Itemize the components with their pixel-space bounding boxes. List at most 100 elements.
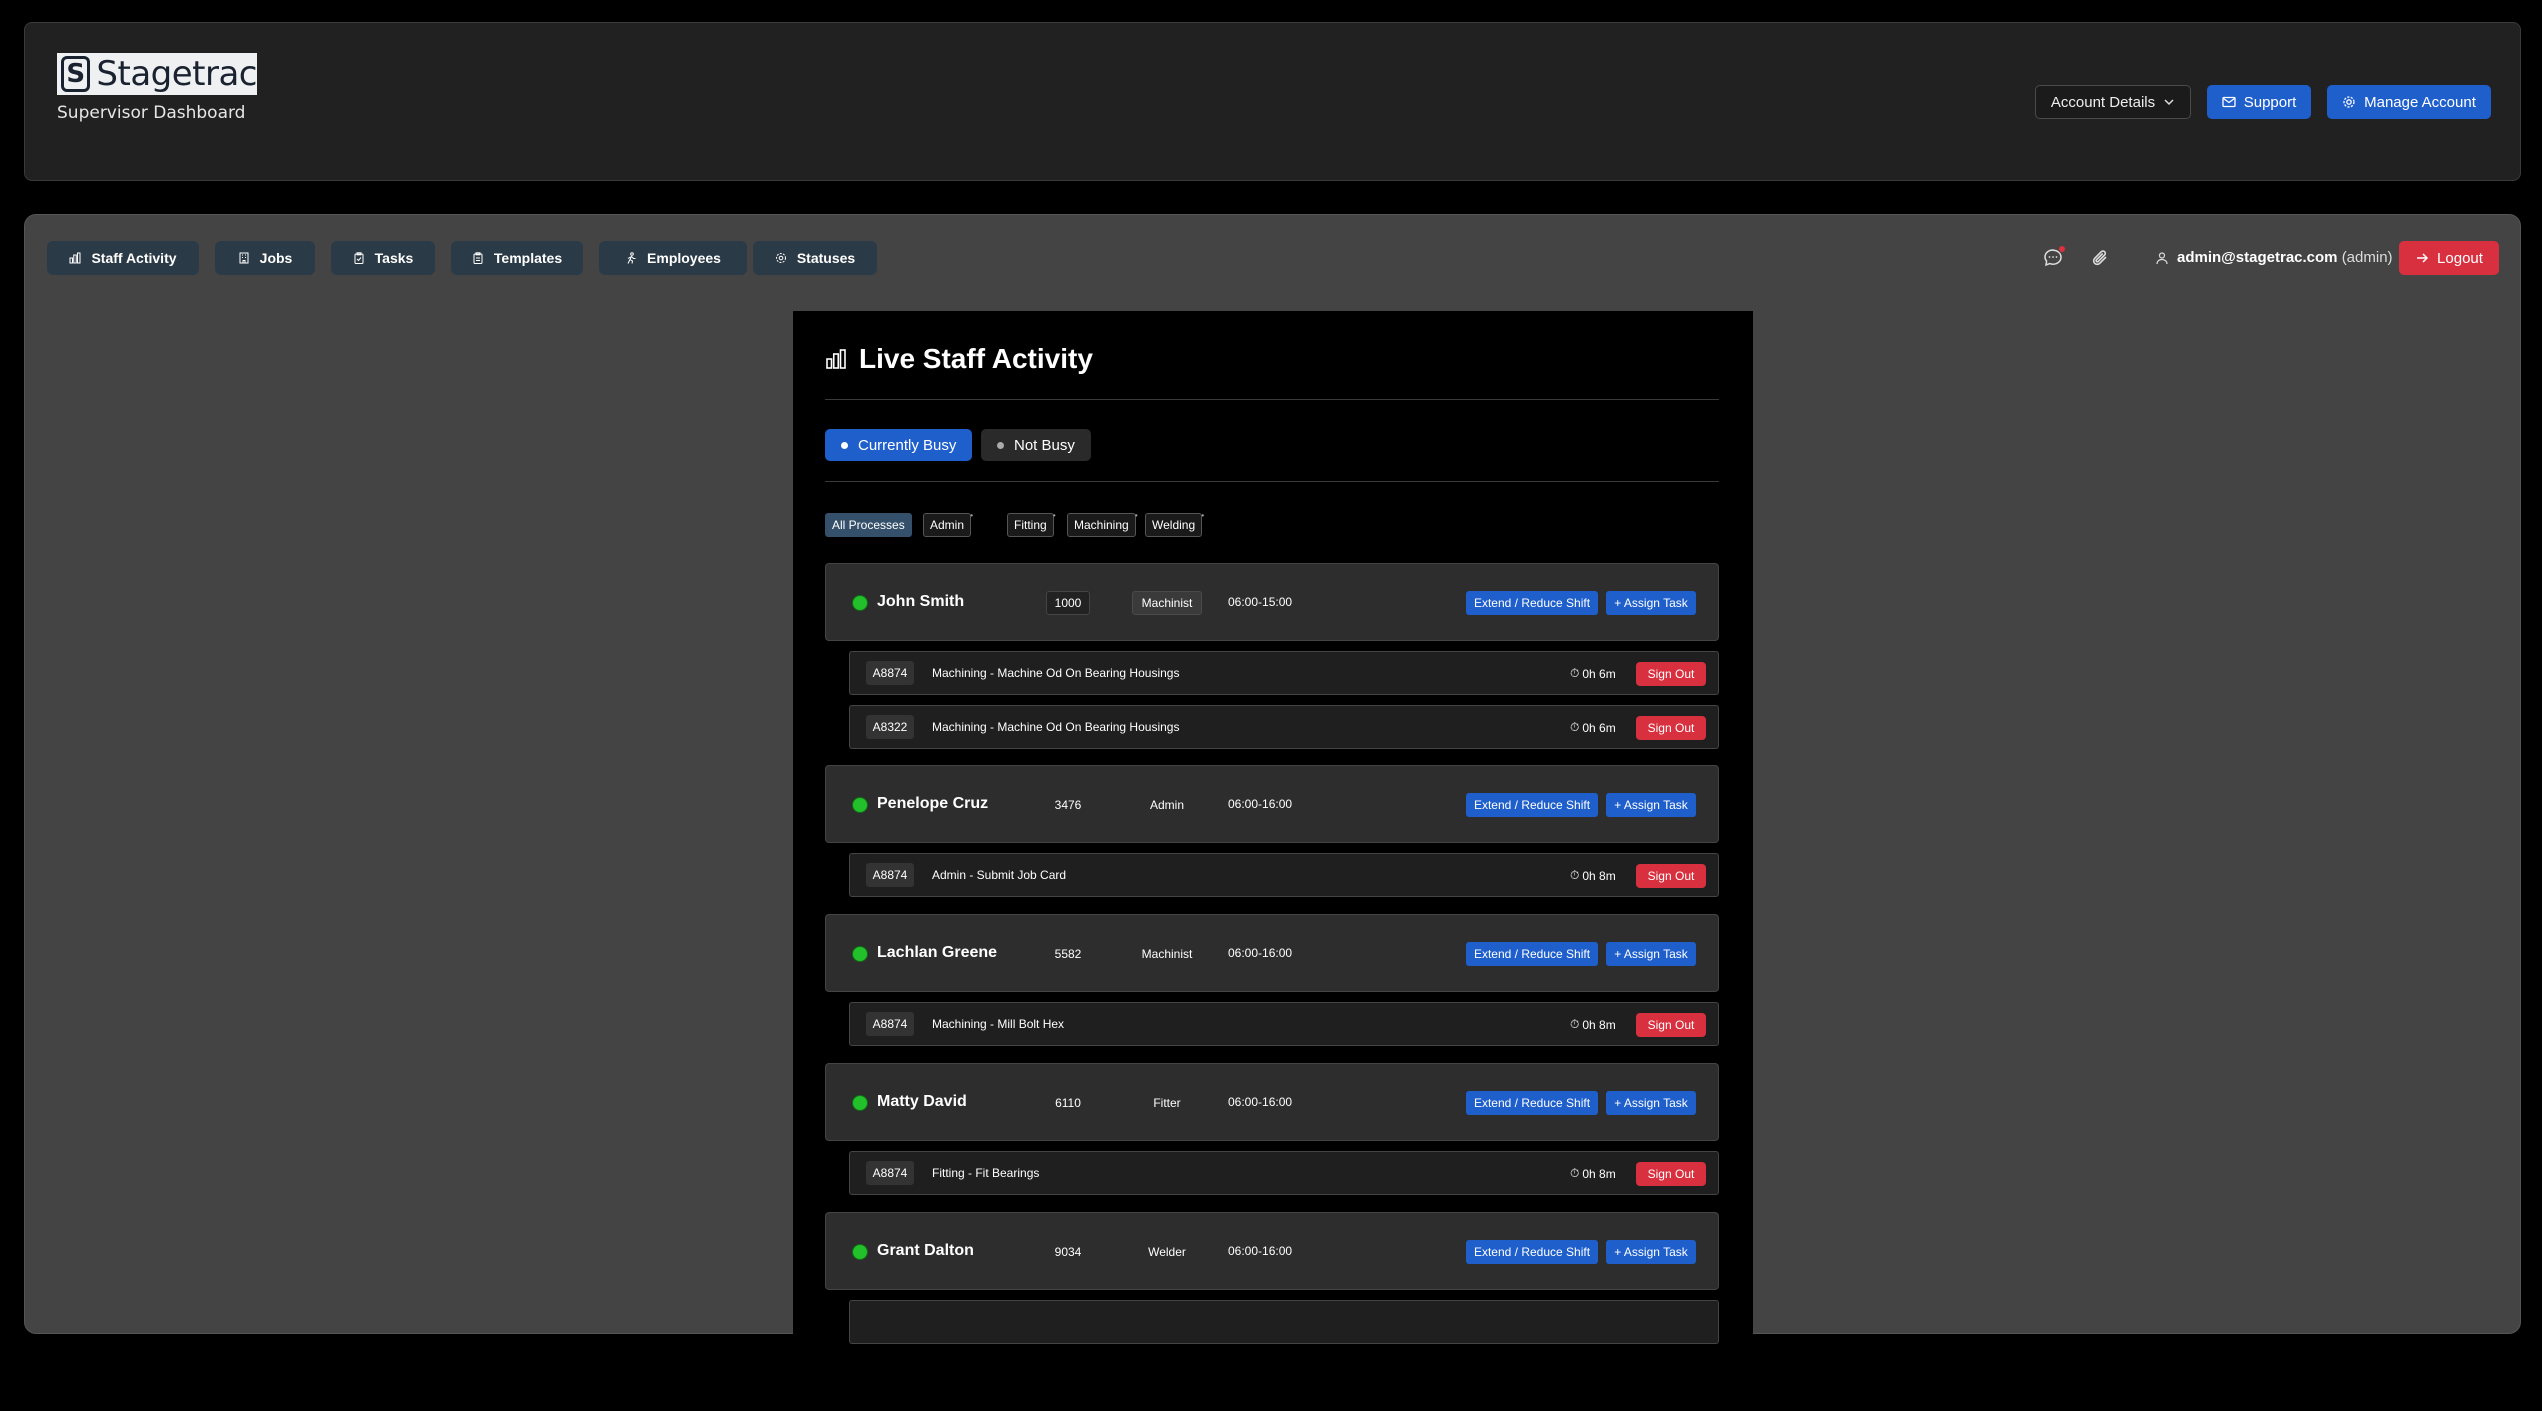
filter-label: Currently Busy — [858, 436, 957, 454]
employee-row: Penelope Cruz 3476 Admin 06:00-16:00 Ext… — [825, 765, 1719, 843]
task-description: Machining - Machine Od On Bearing Housin… — [932, 720, 1180, 734]
stopwatch-icon: ⏱ — [1570, 666, 1580, 680]
tab-label: Employees — [647, 250, 721, 266]
job-number: A8874 — [866, 1012, 914, 1036]
employee-id: 1000 — [1046, 591, 1090, 615]
elapsed-time: ⏱ 0h 6m — [1570, 720, 1616, 735]
task-description: Fitting - Fit Bearings — [932, 1166, 1040, 1180]
tab-tasks[interactable]: Tasks — [331, 241, 435, 275]
employee-shift: 06:00-16:00 — [1228, 1244, 1293, 1258]
elapsed-time: ⏱ 0h 8m — [1570, 868, 1616, 883]
tab-statuses[interactable]: Statuses — [753, 241, 877, 275]
bar-chart-icon — [69, 252, 81, 264]
logo-mark: S — [61, 56, 91, 92]
extend-shift-button[interactable]: Extend / Reduce Shift — [1466, 793, 1598, 817]
divider — [825, 481, 1719, 482]
assign-task-button[interactable]: + Assign Task — [1606, 1240, 1696, 1264]
employee-role: Welder — [1148, 1245, 1186, 1259]
online-status-dot — [852, 1095, 868, 1111]
sign-out-button[interactable]: Sign Out — [1636, 1162, 1706, 1186]
logout-button[interactable]: Logout — [2399, 241, 2499, 275]
employee-name: Penelope Cruz — [877, 795, 989, 812]
task-row: A8874 Admin - Submit Job Card ⏱ 0h 8m Sig… — [849, 853, 1719, 897]
stopwatch-icon: ⏱ — [1570, 720, 1580, 734]
assign-task-button[interactable]: + Assign Task — [1606, 793, 1696, 817]
account-details-dropdown[interactable]: Account Details — [2035, 85, 2191, 119]
tab-staff-activity[interactable]: Staff Activity — [47, 241, 199, 275]
live-staff-activity-panel: Live Staff Activity Currently Busy Not B… — [793, 311, 1753, 1411]
notification-dot — [2058, 245, 2066, 253]
gear-icon — [775, 253, 786, 263]
assign-task-button[interactable]: + Assign Task — [1606, 942, 1696, 966]
user-role: (admin) — [2341, 249, 2393, 266]
task-row: A8874 Machining - Machine Od On Bearing … — [849, 651, 1719, 695]
employee-id: 5582 — [1054, 947, 1082, 961]
process-filter-all[interactable]: All Processes — [825, 513, 912, 537]
top-header: S Stagetrac Supervisor Dashboard Account… — [24, 22, 2521, 181]
support-button[interactable]: Support — [2207, 85, 2311, 119]
task-row: A8874 Fitting - Fit Bearings ⏱ 0h 8m Sign… — [849, 1151, 1719, 1195]
process-filter-welding[interactable]: Welding • — [1145, 511, 1204, 537]
messages-button[interactable] — [2039, 244, 2067, 272]
employee-shift: 06:00-16:00 — [1228, 1095, 1293, 1109]
paperclip-icon — [2092, 250, 2107, 266]
job-number: A8322 — [866, 715, 914, 739]
clipboard-icon — [354, 252, 364, 264]
support-label: Support — [2243, 93, 2297, 111]
account-details-label: Account Details — [2050, 93, 2156, 111]
activity-title: Live Staff Activity — [825, 343, 1093, 375]
mail-icon — [2222, 96, 2236, 108]
sign-out-button[interactable]: Sign Out — [1636, 1013, 1706, 1037]
process-filter-fitting[interactable]: Fitting • — [1007, 511, 1056, 537]
employee-name: Lachlan Greene — [877, 944, 998, 961]
elapsed-time: ⏱ 0h 6m — [1570, 666, 1616, 681]
tab-templates[interactable]: Templates — [451, 241, 583, 275]
employee-role: Machinist — [1141, 947, 1193, 961]
filter-currently-busy[interactable]: Currently Busy — [825, 429, 973, 461]
manage-account-label: Manage Account — [2364, 93, 2476, 111]
process-filter-machining[interactable]: Machining • — [1067, 511, 1138, 537]
tab-label: Jobs — [259, 250, 293, 266]
online-status-dot — [852, 1244, 868, 1260]
stopwatch-icon: ⏱ — [1570, 868, 1580, 882]
extend-shift-button[interactable]: Extend / Reduce Shift — [1466, 591, 1598, 615]
arrow-right-icon — [2417, 253, 2429, 263]
employee-row: John Smith 1000 Machinist 06:00-15:00 Ex… — [825, 563, 1719, 641]
task-description: Machining - Mill Bolt Hex — [932, 1017, 1065, 1031]
task-row: A8874 Machining - Mill Bolt Hex ⏱ 0h 8m S… — [849, 1002, 1719, 1046]
user-info: admin@stagetrac.com (admin) — [2155, 249, 2393, 266]
process-filter-admin[interactable]: Admin • — [923, 511, 973, 537]
tab-label: Tasks — [374, 250, 414, 266]
clipboard-icon — [473, 252, 483, 264]
employee-role: Machinist — [1132, 591, 1202, 615]
tab-jobs[interactable]: Jobs — [215, 241, 315, 275]
online-status-dot — [852, 595, 868, 611]
job-number: A8874 — [866, 661, 914, 685]
sign-out-button[interactable]: Sign Out — [1636, 864, 1706, 888]
tab-label: Staff Activity — [91, 250, 177, 266]
sign-out-button[interactable]: Sign Out — [1636, 716, 1706, 740]
elapsed-time: ⏱ 0h 8m — [1570, 1017, 1616, 1032]
stopwatch-icon: ⏱ — [1570, 1166, 1580, 1180]
extend-shift-button[interactable]: Extend / Reduce Shift — [1466, 1091, 1598, 1115]
building-icon — [239, 252, 249, 264]
task-row: A8322 Machining - Machine Od On Bearing … — [849, 705, 1719, 749]
job-number: A8874 — [866, 863, 914, 887]
online-status-dot — [852, 797, 868, 813]
assign-task-button[interactable]: + Assign Task — [1606, 591, 1696, 615]
tab-label: Templates — [493, 250, 563, 266]
employee-shift: 06:00-16:00 — [1228, 946, 1293, 960]
assign-task-button[interactable]: + Assign Task — [1606, 1091, 1696, 1115]
attachments-button[interactable] — [2087, 244, 2115, 272]
manage-account-button[interactable]: Manage Account — [2327, 85, 2491, 119]
filter-not-busy[interactable]: Not Busy — [981, 429, 1091, 461]
chevron-down-icon — [2164, 99, 2174, 106]
employee-role: Admin — [1149, 798, 1184, 812]
sign-out-button[interactable]: Sign Out — [1636, 662, 1706, 686]
extend-shift-button[interactable]: Extend / Reduce Shift — [1466, 1240, 1598, 1264]
employee-row: Matty David 6110 Fitter 06:00-16:00 Exte… — [825, 1063, 1719, 1141]
extend-shift-button[interactable]: Extend / Reduce Shift — [1466, 942, 1598, 966]
logout-label: Logout — [2437, 249, 2483, 267]
employee-role: Fitter — [1153, 1096, 1181, 1110]
tab-employees[interactable]: Employees — [599, 241, 747, 275]
